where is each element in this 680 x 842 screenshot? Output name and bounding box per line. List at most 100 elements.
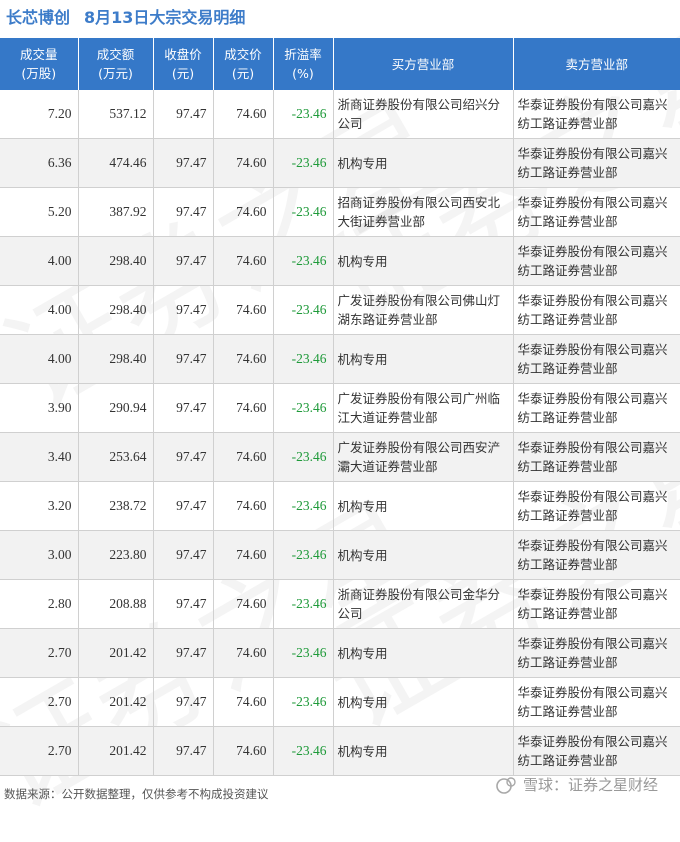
premium-cell: -23.46 [273,236,334,286]
seller-cell: 华泰证券股份有限公司嘉兴纺工路证券营业部 [513,628,680,678]
amount-cell: 537.12 [78,90,154,139]
close-price-cell: 97.47 [153,530,214,580]
table-header-row: 成交量 (万股) 成交额 (万元) 收盘价 (元) 成交价 (元) 折溢率 (%) 买方营… [0,38,680,90]
table-row: 2.70 201.42 97.47 74.60 -23.46 机构专用 华泰证券股份有限公司… [0,726,680,776]
trade-price-cell: 74.60 [213,187,274,237]
table-row: 4.00 298.40 97.47 74.60 -23.46 机构专用 华泰证券股份有限公司… [0,236,680,286]
amount-cell: 201.42 [78,628,154,678]
premium-cell: -23.46 [273,726,334,776]
close-price-cell: 97.47 [153,628,214,678]
close-price-cell: 97.47 [153,677,214,727]
buyer-cell: 浙商证券股份有限公司金华分公司 [333,579,514,629]
table-row: 5.20 387.92 97.47 74.60 -23.46 招商证券股份有限公司西安北大… [0,187,680,237]
close-price-cell: 97.47 [153,334,214,384]
amount-cell: 290.94 [78,383,154,433]
column-header: 成交量 (万股) [0,38,79,90]
volume-cell: 4.00 [0,334,79,384]
buyer-cell: 机构专用 [333,138,514,188]
column-header: 收盘价 (元) [153,38,214,90]
table-row: 6.36 474.46 97.47 74.60 -23.46 机构专用 华泰证券股份有限公司… [0,138,680,188]
amount-cell: 223.80 [78,530,154,580]
amount-cell: 201.42 [78,726,154,776]
premium-cell: -23.46 [273,383,334,433]
amount-cell: 201.42 [78,677,154,727]
seller-cell: 华泰证券股份有限公司嘉兴纺工路证券营业部 [513,726,680,776]
close-price-cell: 97.47 [153,187,214,237]
close-price-cell: 97.47 [153,726,214,776]
buyer-cell: 机构专用 [333,481,514,531]
snowball-icon [496,776,516,794]
seller-cell: 华泰证券股份有限公司嘉兴纺工路证券营业部 [513,334,680,384]
buyer-cell: 广发证券股份有限公司广州临江大道证券营业部 [333,383,514,433]
buyer-cell: 机构专用 [333,677,514,727]
close-price-cell: 97.47 [153,579,214,629]
table-title: 8月13日大宗交易明细 [84,8,246,27]
amount-cell: 298.40 [78,236,154,286]
trade-price-cell: 74.60 [213,432,274,482]
buyer-cell: 机构专用 [333,726,514,776]
table-body: 7.20 537.12 97.47 74.60 -23.46 浙商证券股份有限公司绍兴分公… [0,90,680,776]
amount-cell: 387.92 [78,187,154,237]
seller-cell: 华泰证券股份有限公司嘉兴纺工路证券营业部 [513,90,680,139]
amount-cell: 238.72 [78,481,154,531]
column-header: 卖方营业部 [513,38,680,90]
close-price-cell: 97.47 [153,432,214,482]
close-price-cell: 97.47 [153,285,214,335]
volume-cell: 3.20 [0,481,79,531]
trade-price-cell: 74.60 [213,285,274,335]
trade-price-cell: 74.60 [213,334,274,384]
trade-price-cell: 74.60 [213,383,274,433]
premium-cell: -23.46 [273,334,334,384]
column-header: 成交额 (万元) [78,38,154,90]
seller-cell: 华泰证券股份有限公司嘉兴纺工路证券营业部 [513,383,680,433]
premium-cell: -23.46 [273,677,334,727]
close-price-cell: 97.47 [153,90,214,139]
trade-price-cell: 74.60 [213,236,274,286]
page-title: 长芯博创 8月13日大宗交易明细 [6,4,245,28]
volume-cell: 3.40 [0,432,79,482]
table-row: 3.20 238.72 97.47 74.60 -23.46 机构专用 华泰证券股份有限公司… [0,481,680,531]
amount-cell: 253.64 [78,432,154,482]
data-source-note: 数据来源：公开数据整理，仅供参考不构成投资建议 [4,787,269,801]
stock-name: 长芯博创 [6,8,71,27]
volume-cell: 2.70 [0,628,79,678]
premium-cell: -23.46 [273,187,334,237]
seller-cell: 华泰证券股份有限公司嘉兴纺工路证券营业部 [513,481,680,531]
table-row: 2.70 201.42 97.47 74.60 -23.46 机构专用 华泰证券股份有限公司… [0,677,680,727]
brand-text: 雪球：证券之星财经 [522,776,658,794]
close-price-cell: 97.47 [153,481,214,531]
close-price-cell: 97.47 [153,138,214,188]
table-row: 4.00 298.40 97.47 74.60 -23.46 广发证券股份有限公司佛山灯湖… [0,285,680,335]
trade-price-cell: 74.60 [213,677,274,727]
seller-cell: 华泰证券股份有限公司嘉兴纺工路证券营业部 [513,187,680,237]
premium-cell: -23.46 [273,138,334,188]
seller-cell: 华泰证券股份有限公司嘉兴纺工路证券营业部 [513,579,680,629]
column-header: 成交价 (元) [213,38,274,90]
premium-cell: -23.46 [273,432,334,482]
premium-cell: -23.46 [273,481,334,531]
trade-price-cell: 74.60 [213,628,274,678]
block-trade-table: 成交量 (万股) 成交额 (万元) 收盘价 (元) 成交价 (元) 折溢率 (%) 买方营… [0,38,680,776]
table-row: 2.80 208.88 97.47 74.60 -23.46 浙商证券股份有限公司金华分公… [0,579,680,629]
volume-cell: 7.20 [0,90,79,139]
trade-price-cell: 74.60 [213,530,274,580]
volume-cell: 5.20 [0,187,79,237]
premium-cell: -23.46 [273,579,334,629]
premium-cell: -23.46 [273,628,334,678]
volume-cell: 4.00 [0,285,79,335]
premium-cell: -23.46 [273,530,334,580]
buyer-cell: 广发证券股份有限公司西安浐灞大道证券营业部 [333,432,514,482]
seller-cell: 华泰证券股份有限公司嘉兴纺工路证券营业部 [513,677,680,727]
amount-cell: 298.40 [78,334,154,384]
close-price-cell: 97.47 [153,383,214,433]
trade-price-cell: 74.60 [213,579,274,629]
table-row: 2.70 201.42 97.47 74.60 -23.46 机构专用 华泰证券股份有限公司… [0,628,680,678]
table-row: 7.20 537.12 97.47 74.60 -23.46 浙商证券股份有限公司绍兴分公… [0,90,680,139]
buyer-cell: 机构专用 [333,334,514,384]
volume-cell: 3.00 [0,530,79,580]
trade-price-cell: 74.60 [213,90,274,139]
volume-cell: 2.70 [0,726,79,776]
seller-cell: 华泰证券股份有限公司嘉兴纺工路证券营业部 [513,432,680,482]
volume-cell: 2.80 [0,579,79,629]
volume-cell: 4.00 [0,236,79,286]
